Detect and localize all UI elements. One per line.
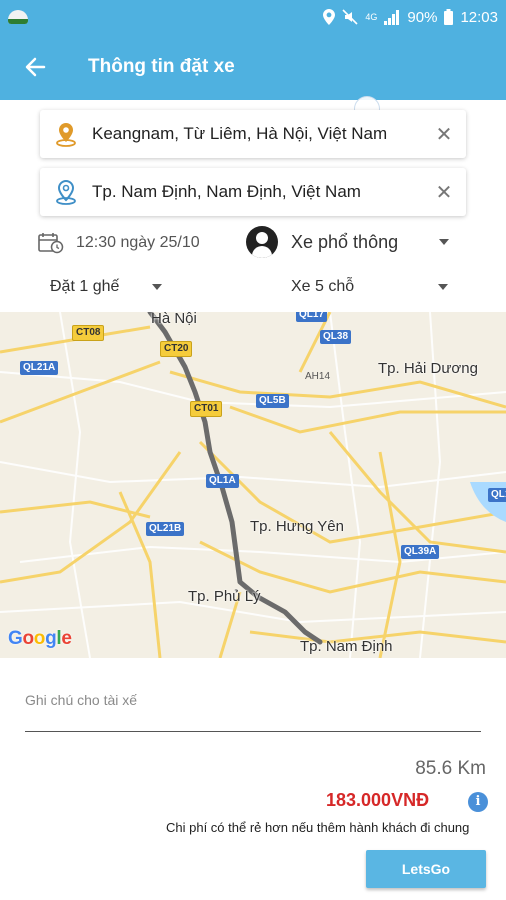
page-title: Thông tin đặt xe	[88, 56, 235, 77]
info-icon[interactable]: i	[468, 792, 488, 812]
destination-pin-icon	[40, 168, 92, 216]
origin-field[interactable]: Keangnam, Từ Liêm, Hà Nội, Việt Nam ✕	[40, 110, 466, 158]
trip-price: 183.000VNĐ	[326, 790, 430, 810]
network-type: 4G	[365, 12, 378, 22]
signal-icon	[384, 9, 400, 25]
datetime-picker[interactable]: 12:30 ngày 25/10	[38, 232, 200, 254]
seat-count-value: Đặt 1 ghế	[50, 278, 120, 295]
road-label-ql21b: QL21B	[146, 522, 185, 536]
road-label-ct08: CT08	[72, 325, 105, 341]
vehicle-type-select[interactable]: Xe phổ thông	[246, 226, 449, 258]
letsgo-button[interactable]: LetsGo	[366, 850, 486, 888]
chevron-down-icon	[439, 239, 449, 245]
car-size-value: Xe 5 chỗ	[291, 278, 355, 295]
close-icon: ✕	[435, 123, 453, 146]
back-button[interactable]	[0, 34, 70, 100]
road-label-ql5b: QL5B	[256, 394, 289, 408]
calendar-clock-icon	[38, 233, 64, 254]
options-row-2: Đặt 1 ghế Xe 5 chỗ	[0, 270, 506, 308]
app-notification-icon	[8, 10, 28, 24]
battery-icon	[444, 9, 454, 25]
road-label-ql-edge: QL1	[488, 488, 506, 502]
status-bar: 4G 90% 12:03	[0, 0, 506, 34]
map-city-phu-ly: Tp. Phủ Lý	[188, 588, 261, 605]
map-city-hai-duong: Tp. Hải Dương	[378, 360, 478, 377]
mute-icon	[342, 9, 358, 25]
road-label-ql17: QL17	[296, 312, 328, 322]
seat-count-select[interactable]: Đặt 1 ghế	[50, 278, 163, 296]
car-size-select[interactable]: Xe 5 chỗ	[291, 278, 449, 296]
road-label-ql38: QL38	[320, 330, 352, 344]
road-label-ql39a: QL39A	[401, 545, 440, 559]
chevron-down-icon	[152, 284, 163, 290]
clear-origin-button[interactable]: ✕	[422, 122, 466, 147]
road-label-ct20: CT20	[160, 341, 193, 357]
destination-field[interactable]: Tp. Nam Định, Nam Định, Việt Nam ✕	[40, 168, 466, 216]
trip-distance: 85.6 Km	[415, 758, 486, 779]
battery-percent: 90%	[407, 8, 438, 26]
account-circle-icon	[246, 226, 278, 258]
vehicle-type-value: Xe phổ thông	[291, 231, 399, 252]
road-label-ah14: AH14	[305, 371, 331, 382]
origin-pin-icon	[40, 110, 92, 158]
map-city-nam-dinh: Tp. Nam Định	[300, 638, 393, 655]
origin-text: Keangnam, Từ Liêm, Hà Nội, Việt Nam	[92, 124, 388, 143]
close-icon: ✕	[435, 181, 453, 204]
driver-note-input[interactable]	[25, 686, 481, 708]
app-bar: Thông tin đặt xe	[0, 34, 506, 100]
road-label-ct01: CT01	[190, 401, 223, 417]
options-row-1: 12:30 ngày 25/10 Xe phổ thông	[0, 226, 506, 264]
shared-ride-note: Chi phí có thể rẻ hơn nếu thêm hành khác…	[166, 820, 470, 835]
clear-destination-button[interactable]: ✕	[422, 180, 466, 205]
chevron-down-icon	[438, 284, 449, 290]
datetime-value: 12:30 ngày 25/10	[76, 234, 200, 251]
clock: 12:03	[460, 8, 498, 26]
location-icon	[323, 9, 336, 25]
driver-note-field[interactable]	[25, 686, 481, 732]
road-label-ql21a: QL21A	[20, 361, 59, 375]
destination-text: Tp. Nam Định, Nam Định, Việt Nam	[92, 182, 361, 201]
booking-screen: 4G 90% 12:03 Thông tin đặt xe Keangnam, …	[0, 0, 506, 900]
google-logo: Google	[8, 628, 72, 649]
arrow-left-icon	[25, 57, 46, 77]
map-city-ha-noi: Hà Nội	[151, 312, 197, 327]
route-map[interactable]: Hà Nội Tp. Hải Dương Tp. Hưng Yên Tp. Ph…	[0, 312, 506, 658]
road-label-ql1a: QL1A	[206, 474, 239, 488]
map-city-hung-yen: Tp. Hưng Yên	[250, 518, 344, 535]
